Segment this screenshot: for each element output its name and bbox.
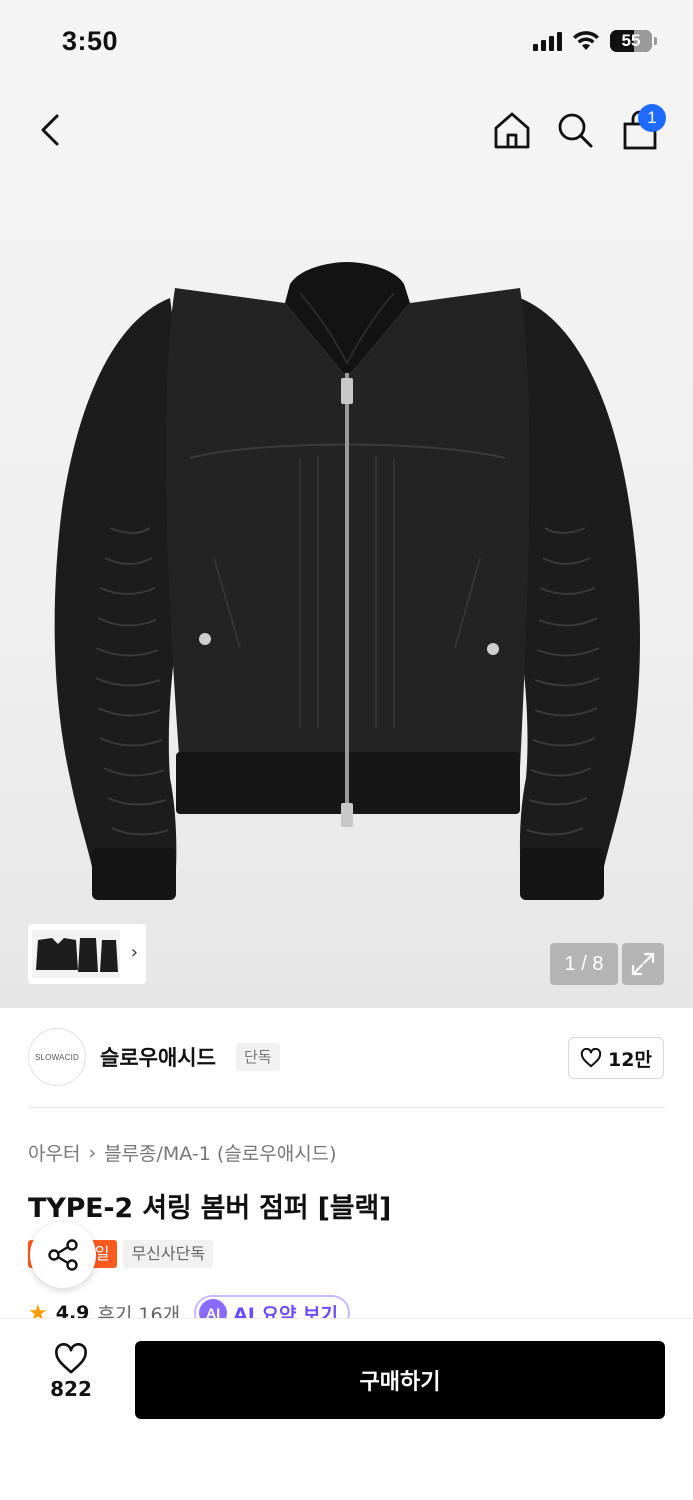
exclusive-tag: 단독	[236, 1043, 280, 1071]
battery-icon: 55	[610, 30, 652, 52]
cart-count-badge: 1	[638, 104, 666, 132]
battery-level: 55	[621, 31, 641, 50]
expand-button[interactable]	[622, 943, 664, 985]
wishlist-count: 822	[50, 1377, 92, 1401]
wishlist-button[interactable]: 822	[40, 1343, 102, 1401]
product-title: TYPE-2 셔링 봄버 점퍼 [블랙]	[28, 1193, 392, 1224]
top-nav: 1	[0, 100, 693, 160]
home-icon	[494, 112, 530, 149]
signal-icon	[533, 31, 562, 51]
breadcrumb-item[interactable]: 블루종/MA-1 (슬로우애시드)	[104, 1139, 337, 1166]
home-button[interactable]	[484, 100, 540, 160]
brand-like-button[interactable]: 12만	[568, 1037, 664, 1079]
status-icons: 55	[533, 30, 657, 52]
search-icon	[558, 113, 593, 148]
thumbnail-strip[interactable]: ›	[28, 924, 146, 984]
status-time: 3:50	[62, 26, 119, 56]
thumbnail-image	[32, 930, 120, 978]
brand-name[interactable]: 슬로우애시드	[100, 1042, 216, 1072]
heart-icon	[580, 1048, 602, 1068]
share-icon	[48, 1239, 78, 1271]
breadcrumb: 아우터 › 블루종/MA-1 (슬로우애시드)	[28, 1139, 337, 1166]
divider	[28, 1107, 665, 1108]
breadcrumb-item[interactable]: 아우터	[28, 1139, 80, 1166]
bottom-action-bar: 822 구매하기	[0, 1318, 693, 1500]
share-button[interactable]	[30, 1222, 96, 1288]
brand-logo[interactable]: SLOWACID	[28, 1028, 86, 1086]
product-image	[54, 262, 640, 900]
exclusive-store-tag: 무신사단독	[123, 1240, 214, 1268]
status-bar: 3:50 55	[0, 0, 693, 88]
buy-button[interactable]: 구매하기	[135, 1341, 665, 1419]
brand-like-count: 12만	[608, 1048, 652, 1071]
expand-icon	[631, 952, 655, 976]
cart-button[interactable]: 1	[612, 100, 668, 160]
wifi-icon	[573, 31, 599, 50]
search-button[interactable]	[547, 100, 603, 160]
heart-icon	[55, 1343, 87, 1374]
breadcrumb-separator-icon: ›	[88, 1141, 97, 1164]
back-button[interactable]	[22, 100, 78, 160]
chevron-right-icon: ›	[130, 942, 138, 963]
product-image-area[interactable]	[0, 88, 693, 1008]
brand-row: SLOWACID 슬로우애시드 단독 12만	[0, 1008, 693, 1108]
page-indicator: 1 / 8	[550, 943, 618, 985]
chevron-left-icon	[41, 114, 59, 146]
